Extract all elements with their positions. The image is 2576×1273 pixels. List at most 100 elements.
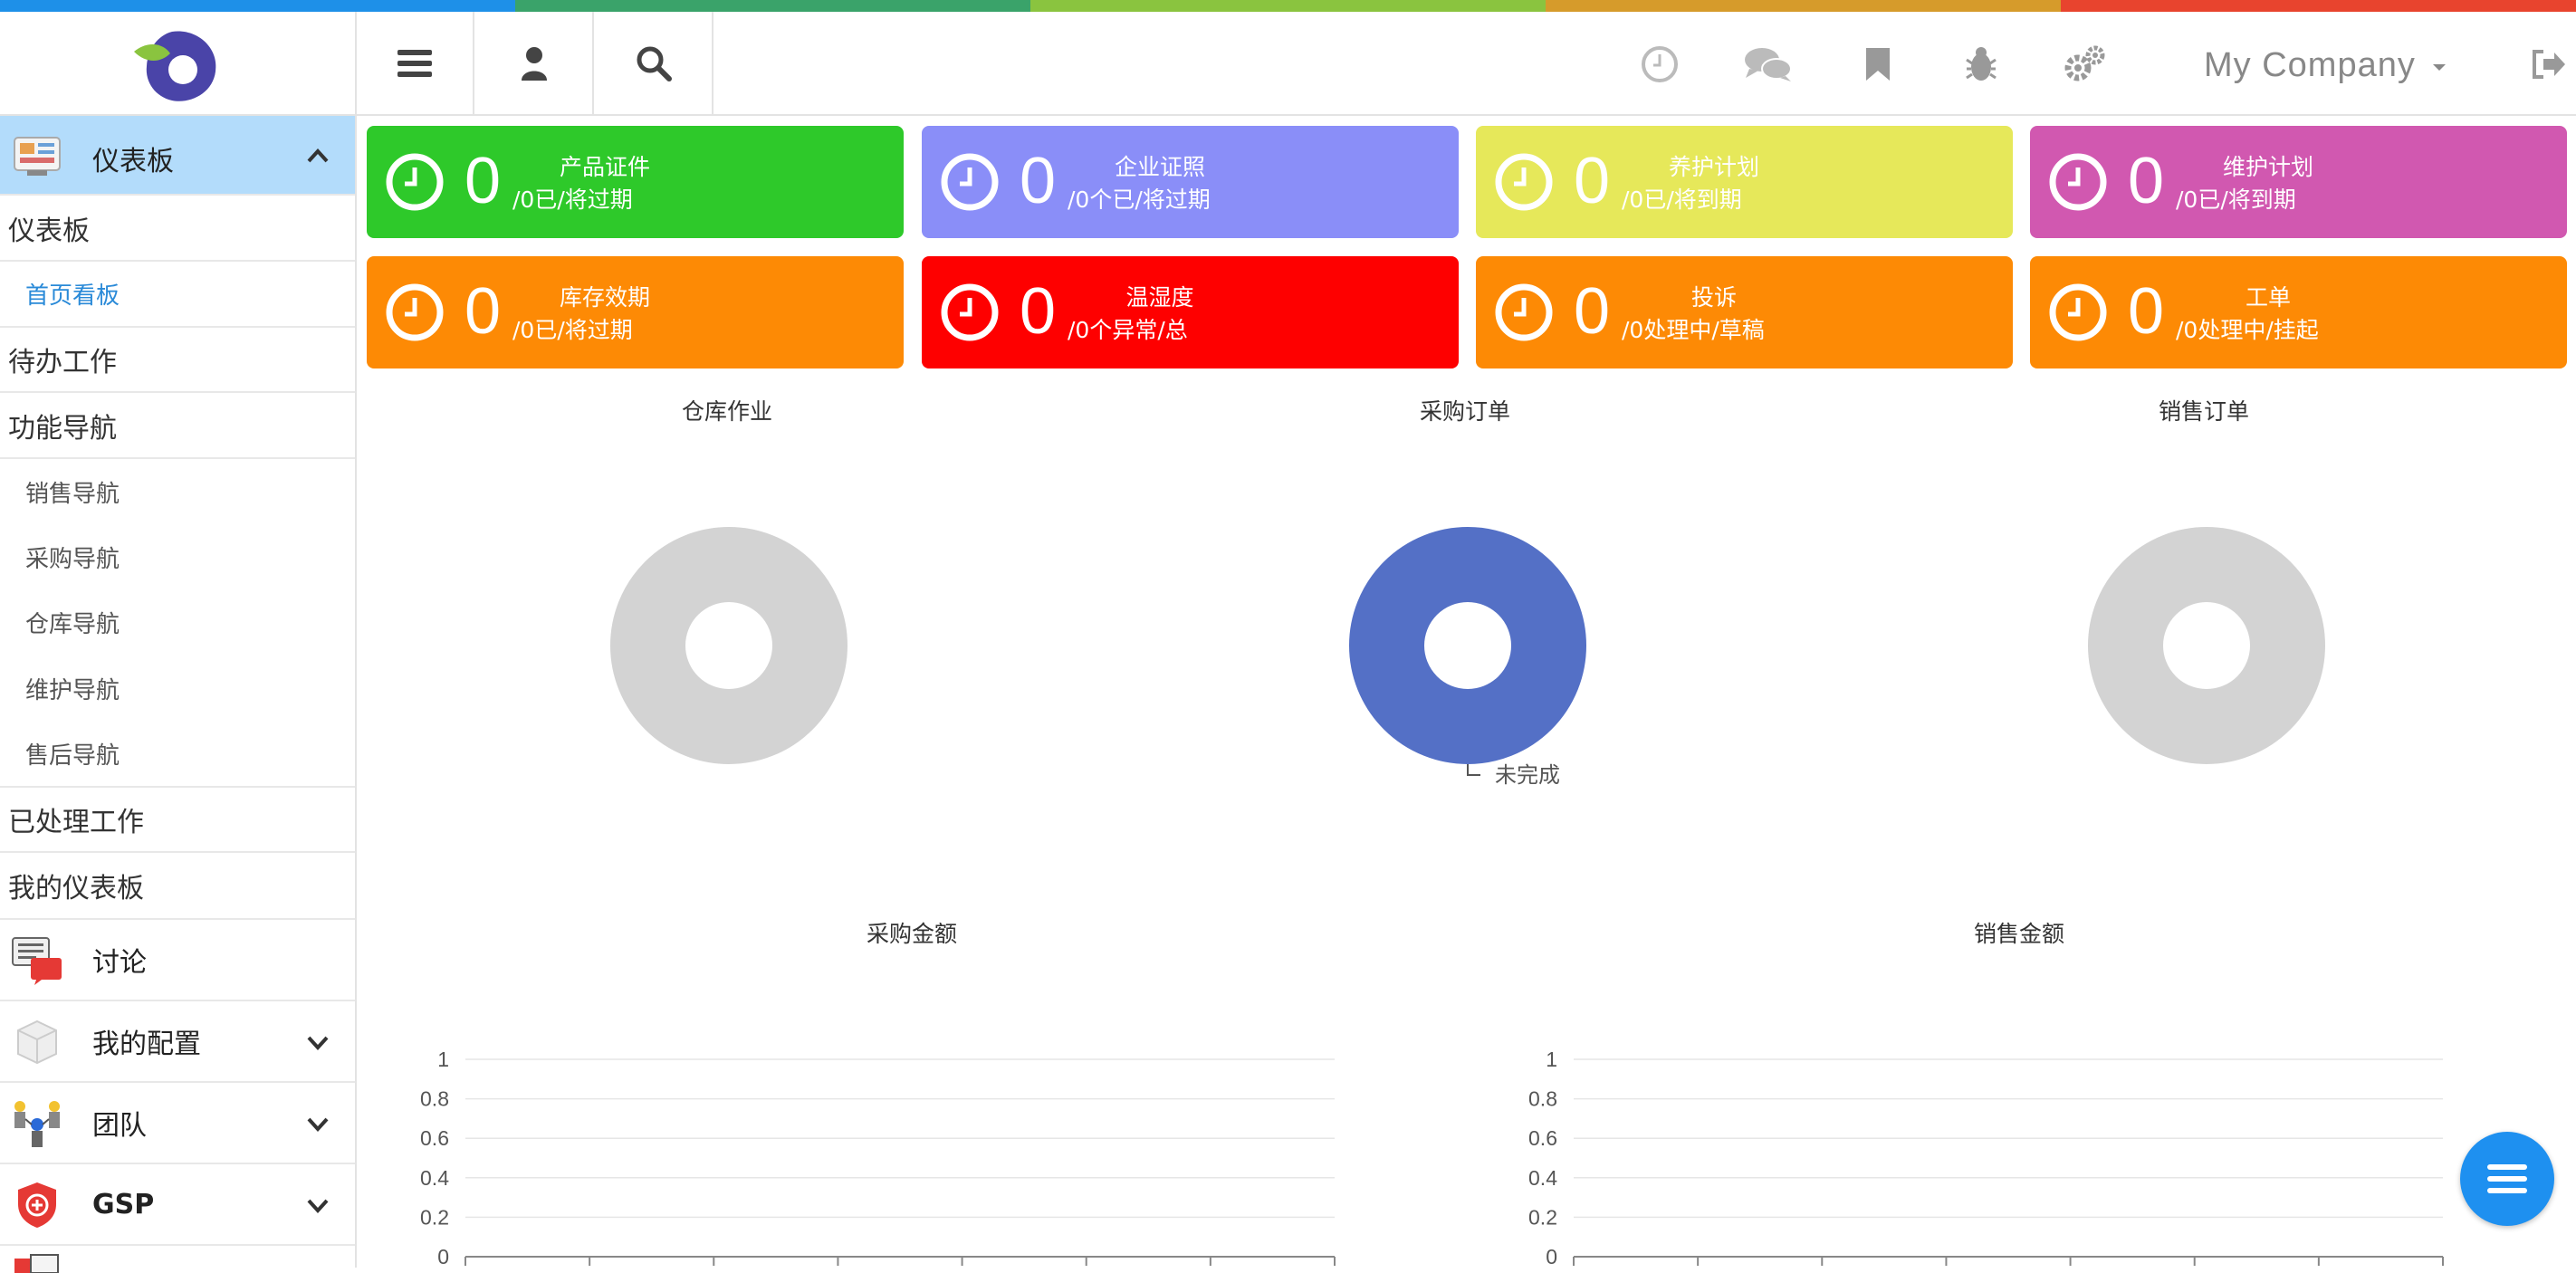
- donut-slice[interactable]: [1349, 527, 1586, 764]
- stat-value: 0: [464, 275, 502, 348]
- stat-title: 温湿度: [1125, 284, 1194, 311]
- chevron-down-icon: [307, 1117, 329, 1132]
- sidebar-item-todo[interactable]: 待办工作: [0, 326, 355, 393]
- user-button[interactable]: [476, 12, 594, 114]
- chart-title: 采购订单: [1419, 398, 1511, 425]
- clock-icon: [386, 153, 444, 211]
- logout-icon: [2533, 50, 2565, 79]
- sidebar-section-next[interactable]: [0, 1246, 355, 1273]
- menu-icon: [2487, 1164, 2527, 1193]
- sidebar-item-my-dashboard[interactable]: 我的仪表板: [0, 853, 355, 920]
- sidebar-item-sales-nav[interactable]: 销售导航: [0, 459, 355, 524]
- bookmark-icon: [1866, 48, 1890, 81]
- donut-empty-ring: [2088, 527, 2325, 764]
- stat-card-product-cert[interactable]: 0 产品证件 /0已/将过期: [367, 126, 904, 238]
- y-tick-label: 0: [437, 1245, 449, 1268]
- stat-subtitle: /0处理中/草稿: [1622, 317, 1765, 343]
- sidebar-item-label: 采购导航: [25, 545, 120, 573]
- sidebar-item-aftersales-nav[interactable]: 售后导航: [0, 721, 355, 786]
- stat-card-complaints[interactable]: 0 投诉 /0处理中/草稿: [1476, 256, 2013, 368]
- bookmark-button[interactable]: [1853, 39, 1903, 90]
- chevron-up-icon: [307, 148, 329, 163]
- floating-menu-button[interactable]: [2460, 1132, 2554, 1226]
- stat-title: 库存效期: [559, 284, 650, 311]
- sidebar-item-home-board[interactable]: 首页看板: [0, 262, 355, 326]
- settings-button[interactable]: [2059, 39, 2110, 90]
- sidebar-item-dashboard-header[interactable]: 仪表板: [0, 196, 355, 262]
- sidebar-item-label: 待办工作: [8, 347, 117, 378]
- config-cube-icon: [17, 1019, 57, 1065]
- clock-icon: [2049, 283, 2107, 341]
- y-tick-label: 0.6: [1528, 1126, 1557, 1150]
- sidebar-item-processed[interactable]: 已处理工作: [0, 786, 355, 853]
- sidebar-item-warehouse-nav[interactable]: 仓库导航: [0, 589, 355, 656]
- sidebar-section-label: 团队: [92, 1110, 147, 1142]
- chart-title: 销售订单: [2158, 398, 2250, 425]
- bug-icon: [1966, 47, 1997, 81]
- menu-icon: [397, 49, 432, 77]
- company-switcher[interactable]: My Company: [2204, 46, 2447, 85]
- clock-icon: [1495, 153, 1553, 211]
- sidebar-section-label: 讨论: [92, 947, 147, 979]
- color-segment: [1030, 0, 1546, 12]
- color-segment: [0, 0, 515, 12]
- stat-card-inventory-expiry[interactable]: 0 库存效期 /0已/将过期: [367, 256, 904, 368]
- stat-value: 0: [2128, 145, 2165, 217]
- chevron-down-icon: [307, 1199, 329, 1213]
- sidebar: 仪表板 仪表板 首页看板 待办工作 功能导航 销售导航 采购导航 仓库导航 维护…: [0, 116, 357, 1273]
- clock-icon: [1495, 283, 1553, 341]
- stat-card-maintenance-plan[interactable]: 0 维护计划 /0已/将到期: [2030, 126, 2567, 238]
- stat-title: 工单: [2245, 284, 2291, 311]
- stat-card-care-plan[interactable]: 0 养护计划 /0已/将到期: [1476, 126, 2013, 238]
- team-icon: [14, 1101, 60, 1147]
- chat-button[interactable]: [1743, 39, 1794, 90]
- menu-toggle-button[interactable]: [357, 12, 474, 114]
- shield-icon: [18, 1182, 56, 1228]
- user-icon: [522, 46, 547, 81]
- stat-title: 养护计划: [1668, 154, 1759, 180]
- donut-empty-ring: [610, 527, 847, 764]
- stat-card-temperature-humidity[interactable]: 0 温湿度 /0个异常/总: [922, 256, 1459, 368]
- top-color-bar: [0, 0, 2576, 12]
- stat-value: 0: [1574, 145, 1611, 217]
- sidebar-item-label: 我的仪表板: [8, 873, 144, 904]
- sidebar-section-label: GSP: [92, 1188, 155, 1220]
- sidebar-section-label: 我的配置: [92, 1029, 201, 1060]
- chart-title: 销售金额: [1973, 921, 2065, 947]
- stat-card-work-orders[interactable]: 0 工单 /0处理中/挂起: [2030, 256, 2567, 368]
- logout-button[interactable]: [2523, 39, 2574, 90]
- debug-button[interactable]: [1956, 39, 2006, 90]
- sidebar-item-purchase-nav[interactable]: 采购导航: [0, 524, 355, 589]
- chat-icon: [1745, 48, 1792, 81]
- search-button[interactable]: [596, 12, 713, 114]
- stat-card-company-license[interactable]: 0 企业证照 /0个已/将过期: [922, 126, 1459, 238]
- sidebar-item-maintenance-nav[interactable]: 维护导航: [0, 656, 355, 721]
- activity-button[interactable]: [1634, 39, 1685, 90]
- gears-icon: [2064, 45, 2105, 81]
- slice-label-leader: [1467, 764, 1480, 776]
- sidebar-item-label: 销售导航: [25, 480, 120, 508]
- sidebar-item-label: 维护导航: [25, 676, 120, 704]
- sidebar-section-gsp[interactable]: GSP: [0, 1164, 355, 1246]
- stat-subtitle: /0处理中/挂起: [2176, 317, 2319, 343]
- stat-value: 0: [2128, 275, 2165, 348]
- search-icon: [637, 46, 672, 81]
- chevron-down-icon: [307, 1036, 329, 1050]
- clock-icon: [2049, 153, 2107, 211]
- company-name: My Company: [2204, 46, 2416, 84]
- sidebar-item-dashboard[interactable]: 仪表板: [0, 116, 355, 196]
- y-tick-label: 1: [1546, 1048, 1557, 1071]
- sidebar-section-discuss[interactable]: 讨论: [0, 920, 355, 1001]
- sidebar-section-team[interactable]: 团队: [0, 1083, 355, 1164]
- y-tick-label: 0.6: [420, 1126, 449, 1150]
- warehouse-ops-donut-chart: [610, 527, 847, 764]
- stat-title: 维护计划: [2222, 154, 2313, 180]
- purchase-orders-donut-chart: 未完成: [1349, 527, 1586, 786]
- logo-area[interactable]: [0, 12, 357, 116]
- sidebar-item-function-nav[interactable]: 功能导航: [0, 393, 355, 459]
- color-segment: [515, 0, 1030, 12]
- y-tick-label: 0.2: [420, 1205, 449, 1229]
- sidebar-section-my-config[interactable]: 我的配置: [0, 1001, 355, 1083]
- chart-title: 采购金额: [866, 921, 958, 947]
- y-tick-label: 0.8: [1528, 1087, 1557, 1111]
